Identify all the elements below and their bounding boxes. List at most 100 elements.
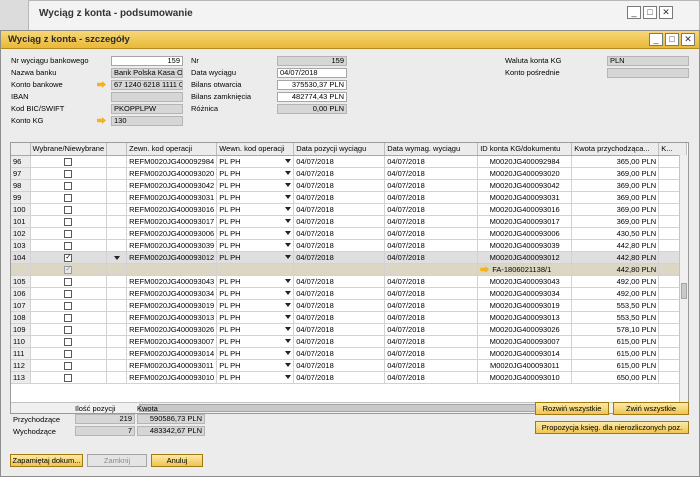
selected-cell[interactable] [30, 179, 108, 192]
dropdown-icon[interactable] [285, 194, 292, 199]
selected-cell[interactable] [30, 299, 108, 312]
selected-checkbox[interactable] [64, 277, 73, 286]
table-row[interactable]: 101 REFM0020JG400093017 PL PH 04/07/2018 04/… [11, 215, 688, 228]
table-row[interactable]: 100 REFM0020JG400093016 PL PH 04/07/2018 04/… [11, 203, 688, 216]
selected-checkbox[interactable] [64, 337, 73, 346]
table-row[interactable]: 105 REFM0020JG400093043 PL PH 04/07/2018 04/… [11, 275, 688, 288]
internal-code-cell[interactable]: PL PH [216, 275, 295, 288]
selected-cell[interactable] [30, 347, 108, 360]
account-document-cell[interactable]: M0020JG400093019 [477, 299, 573, 312]
selected-checkbox[interactable] [64, 205, 73, 214]
selected-checkbox[interactable] [64, 181, 73, 190]
table-row[interactable]: 112 REFM0020JG400093011 PL PH 04/07/2018 04/… [11, 359, 688, 372]
internal-code-cell[interactable]: PL PH [216, 179, 295, 192]
expand-cell[interactable] [106, 371, 128, 384]
selected-checkbox[interactable] [64, 325, 73, 334]
dropdown-icon[interactable] [285, 170, 292, 175]
internal-code-cell[interactable]: PL PH [216, 191, 295, 204]
column-header-1[interactable]: Wybrane/Niewybrane [30, 143, 108, 156]
account-document-cell[interactable]: M0020JG400093026 [477, 323, 573, 336]
selected-cell[interactable] [30, 335, 108, 348]
account-document-cell[interactable]: M0020JG400093012 [477, 251, 573, 264]
maximize-button[interactable]: □ [665, 33, 679, 46]
bilans-otwarcia-field[interactable]: 375530,37 PLN [277, 80, 347, 90]
dropdown-icon[interactable] [285, 362, 292, 367]
link-arrow-icon[interactable] [97, 117, 106, 124]
expand-cell[interactable] [106, 227, 128, 240]
close-button[interactable]: ✕ [681, 33, 695, 46]
dropdown-icon[interactable] [285, 206, 292, 211]
dropdown-icon[interactable] [285, 350, 292, 355]
dropdown-icon[interactable] [285, 302, 292, 307]
bg-maximize-button[interactable]: □ [643, 6, 657, 19]
table-row[interactable]: 103 REFM0020JG400093039 PL PH 04/07/2018 04/… [11, 239, 688, 252]
table-row[interactable]: 106 REFM0020JG400093034 PL PH 04/07/2018 04/… [11, 287, 688, 300]
internal-code-cell[interactable]: PL PH [216, 347, 295, 360]
table-row[interactable]: 97 REFM0020JG400093020 PL PH 04/07/2018 04/0… [11, 167, 688, 180]
vertical-scrollbar[interactable] [679, 155, 688, 402]
account-document-cell[interactable]: FA-1806021138/1 [477, 263, 573, 276]
account-document-cell[interactable]: M0020JG400093007 [477, 335, 573, 348]
expand-cell[interactable] [106, 323, 128, 336]
account-document-cell[interactable]: M0020JG400093016 [477, 203, 573, 216]
bg-minimize-button[interactable]: _ [627, 6, 641, 19]
account-document-cell[interactable]: M0020JG400093020 [477, 167, 573, 180]
link-arrow-icon[interactable] [97, 81, 106, 88]
column-header-3[interactable]: Zewn. kod operacji [126, 143, 218, 156]
selected-checkbox[interactable] [64, 193, 73, 202]
selected-cell[interactable]: ✓ [30, 263, 108, 276]
table-row[interactable]: 107 REFM0020JG400093019 PL PH 04/07/2018 04/… [11, 299, 688, 312]
data-wyciagu-field[interactable]: 04/07/2018 [277, 68, 347, 78]
account-document-cell[interactable]: M0020JG400093034 [477, 287, 573, 300]
selected-checkbox[interactable]: ✓ [64, 253, 73, 262]
selected-cell[interactable] [30, 323, 108, 336]
column-header-7[interactable]: ID konta KG/dokumentu [477, 143, 573, 156]
selected-checkbox[interactable] [64, 373, 73, 382]
selected-checkbox[interactable] [64, 169, 73, 178]
table-row[interactable]: 111 REFM0020JG400093014 PL PH 04/07/2018 04/… [11, 347, 688, 360]
save-document-button[interactable]: Zapamiętaj dokum... [10, 454, 83, 467]
posting-proposal-button[interactable]: Propozycja księg. dla nierozliczonych po… [535, 421, 689, 434]
expand-cell[interactable] [106, 311, 128, 324]
column-header-4[interactable]: Wewn. kod operacji [216, 143, 295, 156]
expand-cell[interactable] [106, 215, 128, 228]
internal-code-cell[interactable]: PL PH [216, 167, 295, 180]
account-document-cell[interactable]: M0020JG400093013 [477, 311, 573, 324]
expand-cell[interactable] [106, 275, 128, 288]
selected-cell[interactable] [30, 239, 108, 252]
selected-cell[interactable] [30, 371, 108, 384]
expand-cell[interactable] [106, 239, 128, 252]
account-document-cell[interactable]: M0020JG400093010 [477, 371, 573, 384]
internal-code-cell[interactable]: PL PH [216, 287, 295, 300]
selected-cell[interactable] [30, 215, 108, 228]
selected-cell[interactable] [30, 311, 108, 324]
table-row[interactable]: 104 ✓ REFM0020JG400093012 PL PH 04/07/2018 04… [11, 251, 688, 264]
selected-cell[interactable] [30, 227, 108, 240]
expand-cell[interactable] [106, 359, 128, 372]
selected-checkbox[interactable]: ✓ [64, 265, 73, 274]
selected-cell[interactable]: ✓ [30, 251, 108, 264]
dropdown-icon[interactable] [285, 182, 292, 187]
column-header-2[interactable] [106, 143, 128, 156]
account-document-cell[interactable]: M0020JG400093017 [477, 215, 573, 228]
dropdown-icon[interactable] [285, 242, 292, 247]
dropdown-icon[interactable] [285, 230, 292, 235]
expand-toggle-icon[interactable] [113, 255, 120, 260]
selected-cell[interactable] [30, 359, 108, 372]
dropdown-icon[interactable] [285, 314, 292, 319]
selected-checkbox[interactable] [64, 289, 73, 298]
account-document-cell[interactable]: M0020JG400092984 [477, 155, 573, 168]
selected-checkbox[interactable] [64, 301, 73, 310]
expand-all-button[interactable]: Rozwiń wszystkie [535, 402, 609, 415]
internal-code-cell[interactable]: PL PH [216, 155, 295, 168]
expand-cell[interactable] [106, 299, 128, 312]
bilans-zamkniecia-field[interactable]: 482774,43 PLN [277, 92, 347, 102]
internal-code-cell[interactable]: PL PH [216, 323, 295, 336]
dropdown-icon[interactable] [285, 278, 292, 283]
selected-cell[interactable] [30, 203, 108, 216]
column-header-9[interactable]: K... [658, 143, 688, 156]
internal-code-cell[interactable]: PL PH [216, 239, 295, 252]
table-row[interactable]: 96 REFM0020JG400092984 PL PH 04/07/2018 04/0… [11, 155, 688, 168]
table-row[interactable]: 109 REFM0020JG400093026 PL PH 04/07/2018 04/… [11, 323, 688, 336]
expand-cell[interactable] [106, 251, 128, 264]
